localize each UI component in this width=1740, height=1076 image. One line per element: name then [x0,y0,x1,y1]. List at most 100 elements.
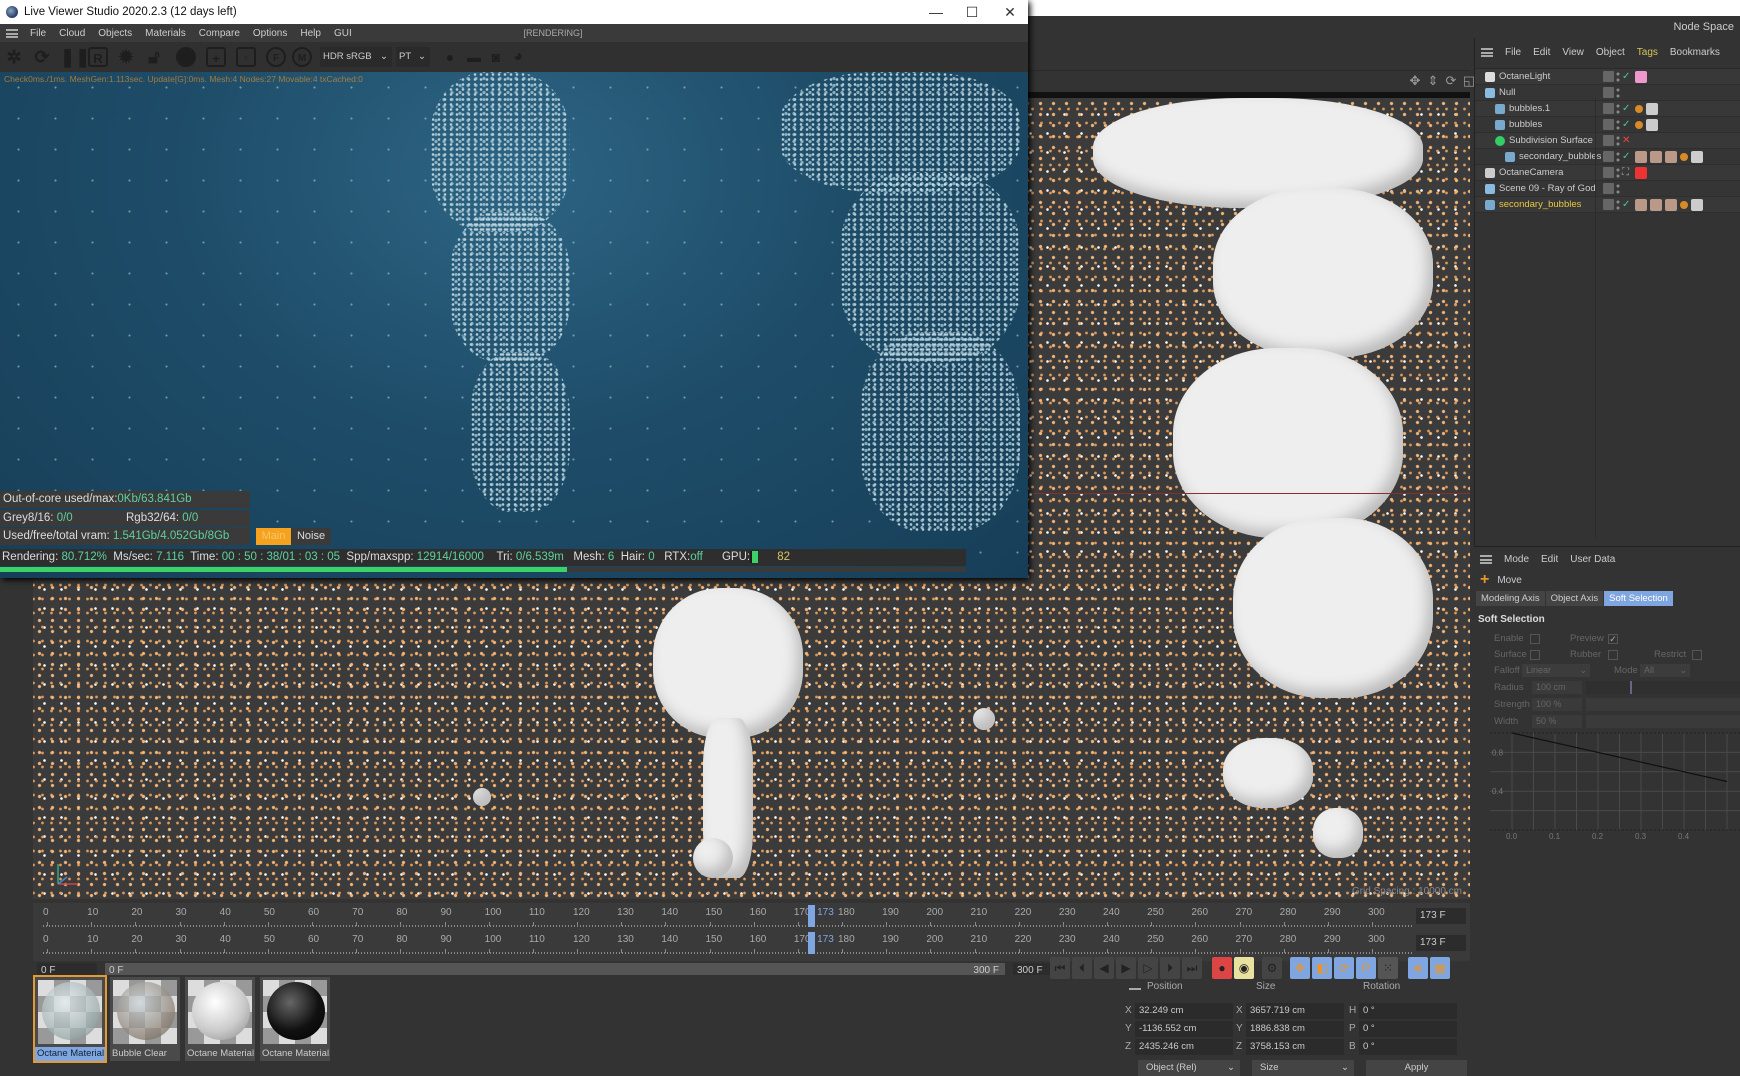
texture-tag-icon[interactable] [1665,151,1677,163]
camera-tag-icon[interactable] [1635,167,1647,179]
menu-bookmarks[interactable]: Bookmarks [1670,47,1720,58]
editor-render-dots[interactable] [1616,103,1620,115]
menu-cloud[interactable]: Cloud [59,28,85,39]
focus-pick-icon[interactable]: F [266,47,286,67]
visibility-toggle[interactable] [1603,183,1614,194]
tab-soft-selection[interactable]: Soft Selection [1604,591,1673,606]
play-icon[interactable]: ▶ [1116,957,1136,979]
object-row[interactable]: bubbles.1 ✓ [1475,101,1740,117]
material-thumbnail[interactable]: Bubble Clear [110,977,180,1061]
menu-view[interactable]: View [1562,47,1584,58]
key-pla-icon[interactable]: ⁙ [1378,957,1398,979]
editor-render-dots[interactable] [1616,151,1620,163]
particle-tag-icon[interactable] [1635,105,1643,113]
flat-rect-icon[interactable]: ▬ [464,47,484,67]
position-z-field[interactable]: 2435.246 cm [1135,1039,1233,1055]
playhead[interactable] [808,932,816,954]
material-thumbnail[interactable]: Octane Material [33,975,107,1063]
next-key-icon[interactable]: ⏵ [1160,957,1180,979]
object-row[interactable]: Null [1475,85,1740,101]
object-row[interactable]: secondary_bubbles ✓ [1475,197,1740,213]
restrict-checkbox[interactable] [1692,650,1702,660]
particle-tag-icon[interactable] [1635,121,1643,129]
material-pick-icon[interactable]: M [292,47,312,67]
editor-render-dots[interactable] [1616,135,1620,147]
mode-select[interactable]: All ⌄ [1640,664,1690,677]
object-row[interactable]: Scene 09 - Ray of God [1475,181,1740,197]
material-tag-icon[interactable] [1646,119,1658,131]
rotation-p-field[interactable]: 0 ° [1359,1021,1457,1037]
keyframe-selection-icon[interactable]: ⚙ [1262,957,1282,979]
pass-tab-main[interactable]: Main [256,528,291,545]
dolly-view-icon[interactable]: ⇕ [1426,74,1440,88]
timeline[interactable]: 0 10 20 30 40 50 60 70 80 90 100 110 120 130 140 150 160… [33,903,1470,961]
key-scale-icon[interactable]: ◧ [1312,957,1332,979]
object-row[interactable]: OctaneCamera ⛶ [1475,165,1740,181]
texture-tag-icon[interactable] [1650,151,1662,163]
menu-gui[interactable]: GUI [334,28,352,39]
hamburger-icon[interactable] [1480,554,1492,564]
next-frame-icon[interactable]: ▷ [1138,957,1158,979]
strength-slider[interactable] [1586,698,1740,711]
sound-icon[interactable]: 🔊︎ [1408,957,1428,979]
strength-field[interactable]: 100 % [1532,698,1582,711]
material-thumbnail[interactable]: Octane Material [185,977,255,1061]
material-tag-icon[interactable] [1691,151,1703,163]
material-tag-icon[interactable] [1646,103,1658,115]
menu-object[interactable]: Object [1596,47,1625,58]
color-space-select[interactable]: HDR sRGB ⌄ [320,47,392,67]
radius-slider[interactable] [1586,681,1740,694]
material-ball-icon[interactable] [176,47,196,67]
rotate-view-icon[interactable]: ⟳ [1444,74,1458,88]
current-frame-field[interactable]: 173 F [1416,908,1466,924]
object-row[interactable]: bubbles ✓ [1475,117,1740,133]
tab-modeling-axis[interactable]: Modeling Axis [1476,591,1545,606]
visibility-toggle[interactable] [1603,87,1614,98]
menu-options[interactable]: Options [253,28,287,39]
hamburger-icon[interactable] [6,28,18,38]
enabled-check[interactable]: ✓ [1622,149,1630,165]
autokey-icon[interactable]: ◉ [1234,957,1254,979]
prev-key-icon[interactable]: ⏴ [1072,957,1092,979]
menu-help[interactable]: Help [300,28,321,39]
move-view-icon[interactable]: ✥ [1408,74,1422,88]
editor-render-dots[interactable] [1616,199,1620,211]
settings-gear-icon[interactable]: ✹ [116,47,136,67]
visibility-toggle[interactable] [1603,135,1614,146]
texture-tag-icon[interactable] [1650,199,1662,211]
editor-render-dots[interactable] [1616,167,1620,179]
current-frame-field-2[interactable]: 173 F [1416,935,1466,951]
playhead[interactable] [808,905,816,927]
position-x-field[interactable]: 32.249 cm [1135,1003,1233,1019]
go-end-icon[interactable]: ⏭ [1182,957,1202,979]
enabled-check[interactable]: ⛶ [1622,165,1629,181]
enabled-check[interactable]: ✓ [1622,101,1630,117]
preview-checkbox[interactable]: ✓ [1608,634,1618,644]
surface-checkbox[interactable] [1530,650,1540,660]
enabled-check[interactable]: ✕ [1622,133,1630,149]
enabled-check[interactable]: ✓ [1622,197,1630,213]
size-z-field[interactable]: 3758.153 cm [1246,1039,1344,1055]
region-render-icon[interactable]: R [88,47,108,67]
minimize-button[interactable]: — [918,0,954,24]
menu-file[interactable]: File [1505,47,1521,58]
key-position-icon[interactable]: ✥ [1290,957,1310,979]
powerslider-ruler[interactable]: 0 10 20 30 40 50 60 70 80 90 100 110 120 130 140 150 160… [33,932,1413,956]
tab-object-axis[interactable]: Object Axis [1545,591,1604,606]
sphere-icon[interactable]: ◕ [508,47,528,67]
key-rotation-icon[interactable]: ⟳ [1334,957,1354,979]
pause-icon[interactable]: ❚❚ [60,47,90,67]
menu-materials[interactable]: Materials [145,28,186,39]
texture-tag-icon[interactable] [1635,151,1647,163]
size-x-field[interactable]: 3657.719 cm [1246,1003,1344,1019]
particle-tag-icon[interactable] [1680,153,1688,161]
menu-compare[interactable]: Compare [199,28,240,39]
editor-render-dots[interactable] [1616,183,1620,195]
menu-file[interactable]: File [30,28,46,39]
editor-render-dots[interactable] [1616,71,1620,83]
record-icon[interactable]: ● [1212,957,1232,979]
timeline-ruler[interactable]: 0 10 20 30 40 50 60 70 80 90 100 110 120 130 140 150 160… [33,905,1413,929]
visibility-toggle[interactable] [1603,151,1614,162]
film-icon[interactable]: ▦ [1430,957,1450,979]
refresh-icon[interactable]: ⟳ [32,47,52,67]
